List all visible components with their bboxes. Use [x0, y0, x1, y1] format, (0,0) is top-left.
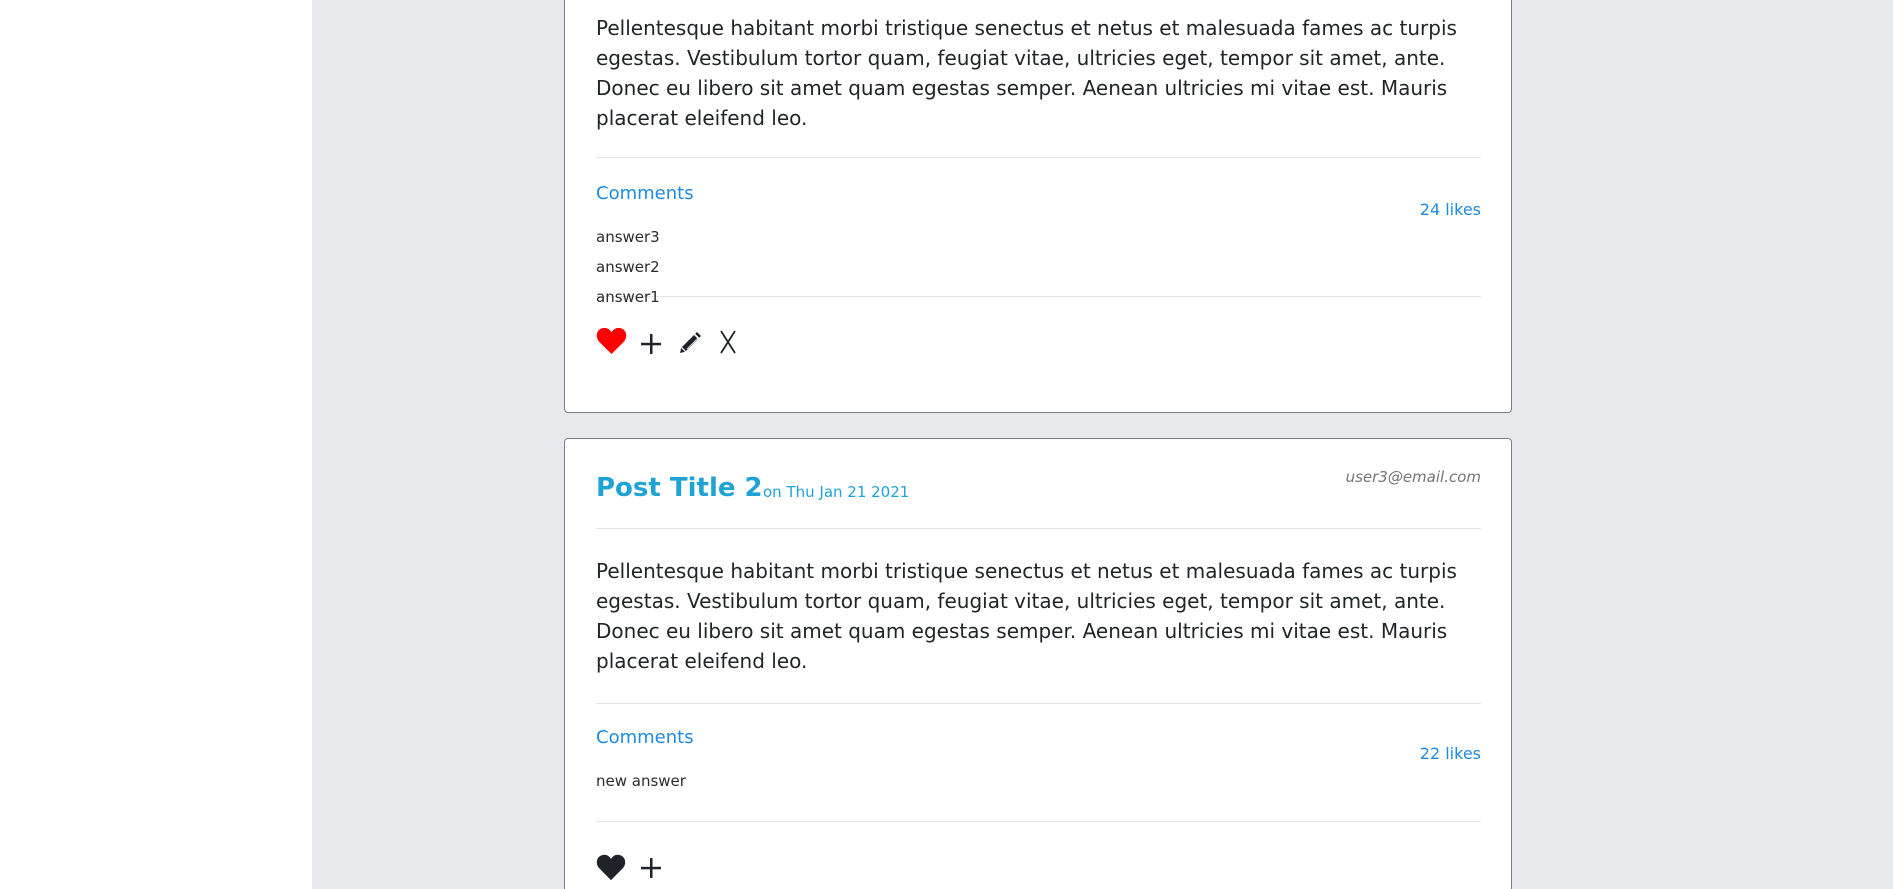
post-author: user3@email.com: [1345, 468, 1481, 486]
post-card: Post Title 2 on Thu Jan 21 2021 user3@em…: [564, 438, 1512, 889]
comments-section: Comments 22 likes new answer: [596, 704, 1481, 821]
answer-item: answer2: [596, 258, 660, 276]
post-body: Pellentesque habitant morbi tristique se…: [596, 16, 1457, 130]
heart-icon[interactable]: [596, 327, 627, 355]
likes-count: 22 likes: [1419, 744, 1481, 763]
pencil-icon[interactable]: [678, 329, 704, 355]
post-card: Pellentesque habitant morbi tristique se…: [564, 0, 1512, 413]
x-icon[interactable]: [719, 329, 737, 355]
left-blank-area: [0, 0, 312, 889]
answers-list: new answer: [596, 771, 686, 801]
post-actions: [596, 822, 1481, 889]
post-actions: [596, 297, 1481, 373]
comments-link[interactable]: Comments: [596, 183, 694, 204]
answer-item: answer3: [596, 228, 660, 246]
post-body: Pellentesque habitant morbi tristique se…: [596, 559, 1457, 673]
plus-icon[interactable]: [640, 857, 662, 879]
heart-icon[interactable]: [596, 854, 626, 881]
post-header: Post Title 2 on Thu Jan 21 2021 user3@em…: [596, 439, 1481, 528]
comments-section: Comments 24 likes answer3 answer2 answer…: [596, 158, 1481, 306]
post-title[interactable]: Post Title 2: [596, 473, 763, 503]
answer-item: new answer: [596, 772, 686, 790]
post-date: on Thu Jan 21 2021: [763, 483, 910, 501]
comments-link[interactable]: Comments: [596, 727, 694, 748]
likes-count: 24 likes: [1419, 200, 1481, 219]
page: Pellentesque habitant morbi tristique se…: [0, 0, 1893, 889]
plus-icon[interactable]: [640, 333, 662, 355]
